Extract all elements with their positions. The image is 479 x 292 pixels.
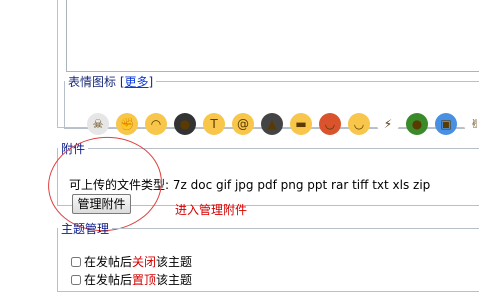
close-topic-checkbox[interactable] <box>71 256 81 267</box>
attachment-section: 附件 可上传的文件类型: 7z doc gif jpg pdf png ppt … <box>57 140 479 217</box>
close-topic-label: 在发帖后关闭该主题 <box>84 255 193 269</box>
enter-manage-attachments-link[interactable]: 进入管理附件 <box>175 201 247 218</box>
dizzy-icon[interactable]: @ <box>232 113 254 135</box>
penguin-icon[interactable]: ● <box>174 113 196 135</box>
sticky-topic-checkbox[interactable] <box>71 274 81 285</box>
emoticons-label: 表情图标 <box>68 75 117 89</box>
allowed-types-value: 7z doc gif jpg pdf png ppt rar tiff txt … <box>169 178 431 192</box>
turtle-icon[interactable]: ● <box>406 113 428 135</box>
emoticon-list: ☠ ✊ ◠ ● T @ ▲ ▬ ◡ ◡ ⚡ ● ▣ ✌ <box>87 112 479 136</box>
gift-icon[interactable]: ▣ <box>435 113 457 135</box>
lightning-icon[interactable]: ⚡ <box>377 113 399 135</box>
emoticons-legend: 表情图标 [更多] <box>65 73 156 90</box>
allowed-types-row: 可上传的文件类型: 7z doc gif jpg pdf png ppt rar… <box>69 176 430 193</box>
emoticons-section: 表情图标 [更多] ☠ ✊ ◠ ● T @ ▲ ▬ ◡ ◡ ⚡ ● ▣ ✌ <box>64 73 479 135</box>
happy-icon[interactable]: ◡ <box>348 113 370 135</box>
post-content-textarea[interactable] <box>66 0 479 72</box>
crying-icon[interactable]: T <box>203 113 225 135</box>
manage-attachments-button[interactable]: 管理附件 <box>72 194 131 214</box>
fist-icon[interactable]: ✊ <box>116 113 138 135</box>
rice-bowl-icon[interactable]: ◡ <box>319 113 341 135</box>
smile-icon[interactable]: ◠ <box>145 113 167 135</box>
ninja-icon[interactable]: ▲ <box>261 113 283 135</box>
grin-icon[interactable]: ▬ <box>290 113 312 135</box>
sticky-after-post-option[interactable]: 在发帖后置顶该主题 <box>71 271 192 288</box>
skull-icon[interactable]: ☠ <box>87 113 109 135</box>
allowed-types-label: 可上传的文件类型: <box>69 178 170 192</box>
more-bracket-close: ] <box>148 75 154 89</box>
sticky-topic-label: 在发帖后置顶该主题 <box>84 273 193 287</box>
close-after-post-option[interactable]: 在发帖后关闭该主题 <box>71 253 192 270</box>
more-emoticons-link[interactable]: 更多 <box>125 75 149 89</box>
topic-management-legend: 主题管理 <box>61 222 110 236</box>
topic-management-section: 主题管理 在发帖后关闭该主题 在发帖后置顶该主题 <box>57 220 479 292</box>
victory-hand-icon[interactable]: ✌ <box>464 113 479 135</box>
attachment-legend: 附件 <box>61 142 86 156</box>
